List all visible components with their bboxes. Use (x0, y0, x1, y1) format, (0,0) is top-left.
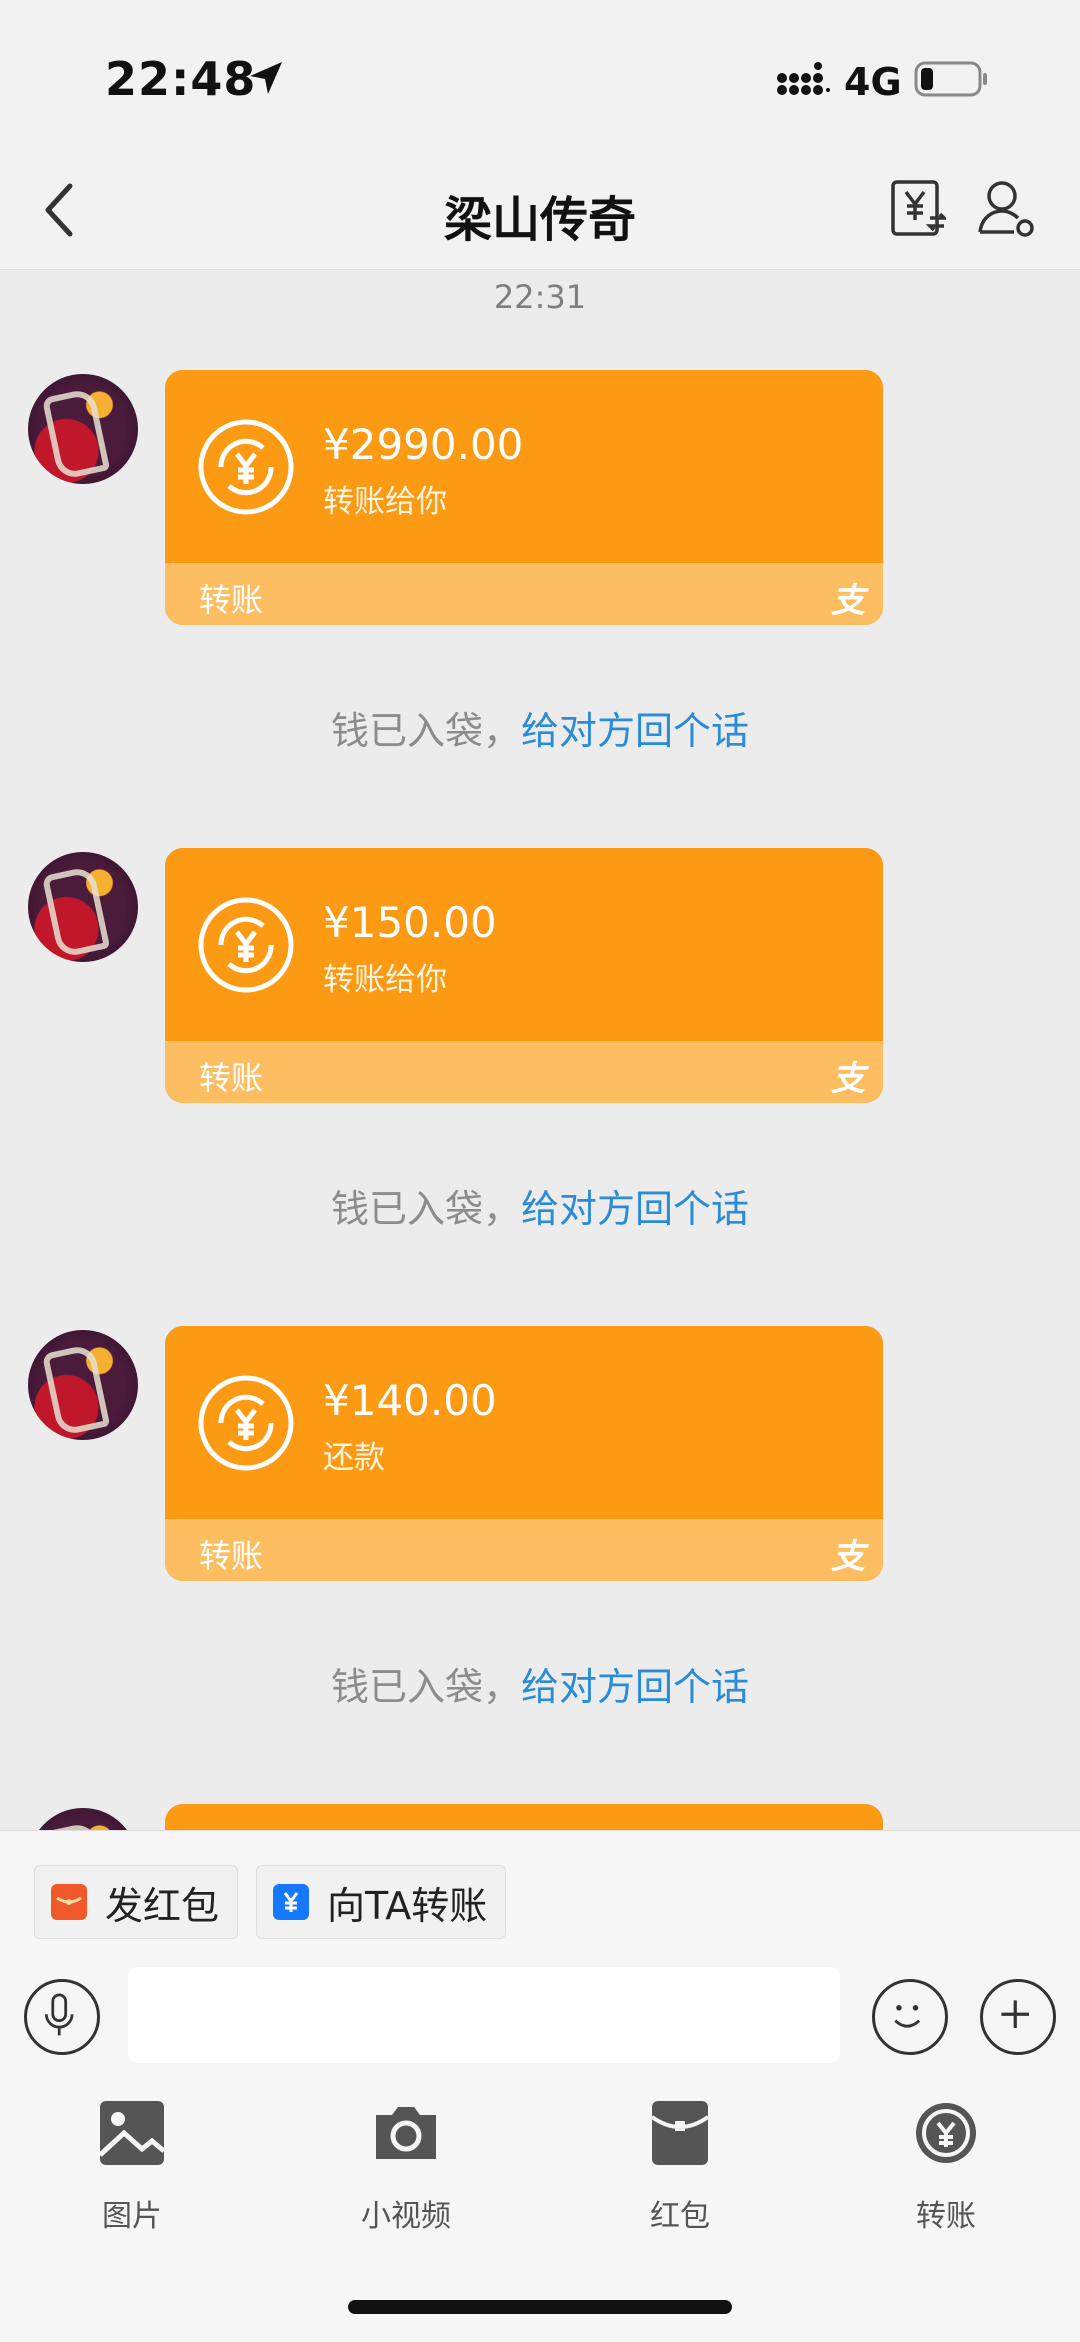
reply-link[interactable]: 给对方回个话 (521, 709, 749, 753)
avatar[interactable] (28, 852, 138, 962)
send-red-envelope-chip[interactable]: 发红包 (34, 1865, 239, 1939)
signal-icon (777, 62, 830, 95)
transfer-label: 转账 (199, 581, 264, 619)
avatar[interactable] (28, 374, 138, 484)
reply-link[interactable]: 给对方回个话 (521, 1665, 749, 1709)
transfer-card[interactable]: ¥140.00 还款 转账 支 (165, 1326, 883, 1581)
microphone-icon (44, 1993, 74, 2036)
send-red-envelope-label: 发红包 (105, 1883, 220, 1928)
camera-icon (376, 2107, 436, 2159)
tool-red-envelope[interactable]: 红包 (600, 2093, 760, 2243)
more-button[interactable] (980, 1979, 1056, 2055)
transfer-card[interactable] (165, 1804, 883, 1830)
transfer-message: ¥150.00 转账给你 转账 支 (0, 848, 1080, 1108)
transfer-message-partial (0, 1804, 1080, 1830)
status-bar: 22:48 4G (0, 0, 1080, 150)
received-note: 钱已入袋，给对方回个话 (0, 1656, 1080, 1711)
received-note-prefix: 钱已入袋， (330, 709, 521, 753)
tool-red-envelope-label: 红包 (650, 2199, 710, 2234)
red-envelope-icon (650, 2101, 710, 2165)
transfer-record-icon[interactable] (890, 178, 946, 240)
alipay-logo-icon: 支 (831, 1537, 865, 1577)
transfer-label: 转账 (199, 1537, 264, 1575)
network-type: 4G (844, 60, 902, 104)
tool-bar: 图片 小视频 红包 转账 (0, 2093, 1080, 2253)
avatar[interactable] (28, 1330, 138, 1440)
transfer-icon (916, 2103, 976, 2163)
plus-icon (1001, 2000, 1030, 2029)
home-indicator[interactable] (348, 2300, 732, 2314)
yuan-transfer-icon (273, 1884, 309, 1920)
received-note: 钱已入袋，给对方回个话 (0, 700, 1080, 755)
tool-image-label: 图片 (102, 2199, 162, 2234)
transfer-label: 转账 (199, 1059, 264, 1097)
transfer-description: 转账给你 (323, 962, 447, 998)
transfer-description: 还款 (323, 1440, 385, 1476)
tool-transfer-label: 转账 (916, 2199, 976, 2234)
reply-link[interactable]: 给对方回个话 (521, 1187, 749, 1231)
smiley-icon (894, 2005, 921, 2028)
input-panel: 发红包 向TA转账 图片 小视频 红包 转账 (0, 1830, 1080, 2342)
transfer-message: ¥140.00 还款 转账 支 (0, 1326, 1080, 1586)
status-time: 22:48 (105, 52, 257, 106)
yuan-transfer-icon (198, 1375, 294, 1471)
battery-icon (914, 61, 987, 97)
tool-transfer[interactable]: 转账 (866, 2093, 1026, 2243)
transfer-amount: ¥2990.00 (323, 420, 524, 469)
avatar[interactable] (28, 1808, 138, 1830)
yuan-transfer-icon (198, 419, 294, 515)
image-icon (98, 2101, 166, 2165)
received-note-prefix: 钱已入袋， (330, 1187, 521, 1231)
transfer-to-ta-label: 向TA转账 (327, 1883, 488, 1928)
transfer-description: 转账给你 (323, 484, 447, 520)
profile-icon[interactable] (976, 178, 1036, 240)
voice-button[interactable] (24, 1979, 100, 2055)
emoji-button[interactable] (872, 1979, 948, 2055)
transfer-amount: ¥150.00 (323, 898, 497, 947)
transfer-amount: ¥140.00 (323, 1376, 497, 1425)
message-input[interactable] (128, 1967, 840, 2063)
chat-screen: 22:48 4G 梁山传奇 22:31 ¥2990.00 转账给你 转账 支 钱… (0, 0, 1080, 2342)
transfer-card[interactable]: ¥2990.00 转账给你 转账 支 (165, 370, 883, 625)
chat-area[interactable]: 22:31 ¥2990.00 转账给你 转账 支 钱已入袋，给对方回个话 ¥15… (0, 270, 1080, 1830)
transfer-message: ¥2990.00 转账给你 转账 支 (0, 370, 1080, 630)
navigation-bar: 梁山传奇 (0, 150, 1080, 270)
tool-image[interactable]: 图片 (52, 2093, 212, 2243)
tool-short-video[interactable]: 小视频 (326, 2093, 486, 2243)
received-note: 钱已入袋，给对方回个话 (0, 1178, 1080, 1233)
transfer-to-ta-chip[interactable]: 向TA转账 (256, 1865, 507, 1939)
yuan-transfer-icon (198, 897, 294, 993)
input-row (0, 1967, 1080, 2077)
red-envelope-icon (51, 1884, 87, 1920)
alipay-logo-icon: 支 (831, 1059, 865, 1099)
received-note-prefix: 钱已入袋， (330, 1665, 521, 1709)
tool-short-video-label: 小视频 (361, 2199, 451, 2234)
transfer-card[interactable]: ¥150.00 转账给你 转账 支 (165, 848, 883, 1103)
time-divider: 22:31 (493, 278, 587, 316)
location-arrow-icon (250, 62, 282, 94)
alipay-logo-icon: 支 (831, 581, 865, 621)
